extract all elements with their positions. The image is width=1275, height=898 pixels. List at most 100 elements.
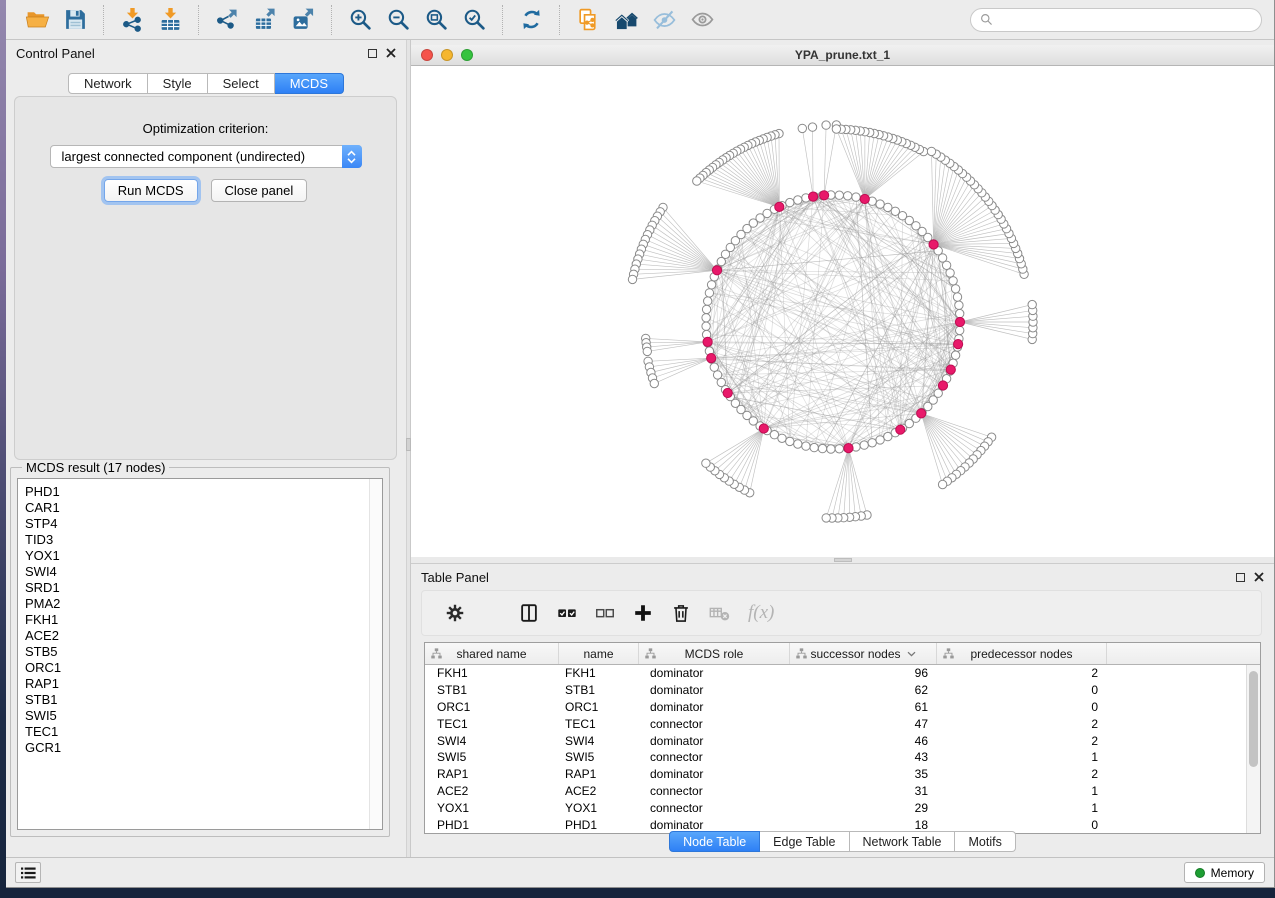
zoom-fit-icon[interactable] — [420, 4, 452, 36]
mcds-result-item[interactable]: TID3 — [18, 532, 382, 548]
table-cell: 35 — [790, 767, 937, 781]
zoom-selected-icon[interactable] — [458, 4, 490, 36]
table-cell: SWI5 — [425, 750, 559, 764]
column-header-shared-name[interactable]: shared name — [425, 643, 559, 664]
tab-select[interactable]: Select — [208, 73, 275, 94]
float-window-icon[interactable] — [368, 49, 377, 58]
column-header-mcds-role[interactable]: MCDS role — [639, 643, 790, 664]
table-cell: connector — [639, 750, 790, 764]
splitter-grip[interactable] — [834, 558, 852, 562]
mcds-result-item[interactable]: STP4 — [18, 516, 382, 532]
table-row[interactable]: TEC1TEC1connector472 — [425, 715, 1246, 732]
criterion-value: largest connected component (undirected) — [62, 149, 306, 164]
zoom-out-icon[interactable] — [382, 4, 414, 36]
export-table-icon[interactable] — [249, 4, 281, 36]
select-all-icon[interactable] — [554, 600, 580, 626]
table-cell: dominator — [639, 734, 790, 748]
tab-mcds[interactable]: MCDS — [275, 73, 344, 94]
mcds-result-list[interactable]: PHD1CAR1STP4TID3YOX1SWI4SRD1PMA2FKH1ACE2… — [17, 478, 383, 830]
table-row[interactable]: YOX1YOX1connector291 — [425, 799, 1246, 816]
refresh-icon[interactable] — [515, 4, 547, 36]
table-row[interactable]: SWI4SWI4dominator462 — [425, 732, 1246, 749]
network-window-titlebar: YPA_prune.txt_1 — [411, 45, 1274, 66]
mcds-result-item[interactable]: YOX1 — [18, 548, 382, 564]
mcds-result-item[interactable]: RAP1 — [18, 676, 382, 692]
criterion-dropdown[interactable]: largest connected component (undirected) — [50, 145, 362, 168]
memory-button[interactable]: Memory — [1184, 862, 1265, 883]
table-row[interactable]: ORC1ORC1dominator610 — [425, 699, 1246, 716]
float-window-icon[interactable] — [1236, 573, 1245, 582]
table-cell: RAP1 — [559, 767, 639, 781]
mcds-result-item[interactable]: STB1 — [18, 692, 382, 708]
tab-network[interactable]: Network — [68, 73, 148, 94]
mcds-result-item[interactable]: PMA2 — [18, 596, 382, 612]
table-row[interactable]: ACE2ACE2connector311 — [425, 783, 1246, 800]
table-row[interactable]: SWI5SWI5connector431 — [425, 749, 1246, 766]
dropdown-stepper-icon — [342, 145, 362, 168]
close-panel-button[interactable]: Close panel — [211, 179, 308, 202]
tab-node-table[interactable]: Node Table — [669, 831, 760, 852]
column-header-predecessor-nodes[interactable]: predecessor nodes — [937, 643, 1107, 664]
table-cell: TEC1 — [425, 717, 559, 731]
mcds-result-item[interactable]: GCR1 — [18, 740, 382, 756]
mcds-result-item[interactable]: ACE2 — [18, 628, 382, 644]
hide-selected-icon[interactable] — [648, 4, 680, 36]
tab-motifs[interactable]: Motifs — [955, 831, 1015, 852]
mcds-result-item[interactable]: ORC1 — [18, 660, 382, 676]
table-cell: FKH1 — [559, 666, 639, 680]
mcds-result-item[interactable]: SRD1 — [18, 580, 382, 596]
zoom-in-icon[interactable] — [344, 4, 376, 36]
table-cell: 1 — [937, 784, 1107, 798]
mcds-result-item[interactable]: SWI5 — [18, 708, 382, 724]
import-table-icon[interactable] — [154, 4, 186, 36]
duplicate-network-icon[interactable] — [572, 4, 604, 36]
show-all-icon[interactable] — [686, 4, 718, 36]
table-row[interactable]: RAP1RAP1dominator352 — [425, 766, 1246, 783]
open-folder-icon[interactable] — [21, 4, 53, 36]
first-neighbors-icon[interactable] — [610, 4, 642, 36]
mcds-result-title: MCDS result (17 nodes) — [22, 460, 169, 475]
list-scrollbar[interactable] — [369, 479, 382, 829]
close-panel-icon[interactable] — [386, 48, 396, 58]
export-image-icon[interactable] — [287, 4, 319, 36]
table-row[interactable]: FKH1FKH1dominator962 — [425, 665, 1246, 682]
column-header-successor-nodes[interactable]: successor nodes — [790, 643, 937, 664]
mcds-result-item[interactable]: PHD1 — [18, 484, 382, 500]
mcds-result-item[interactable]: STB5 — [18, 644, 382, 660]
mcds-result-item[interactable]: FKH1 — [18, 612, 382, 628]
import-network-icon[interactable] — [116, 4, 148, 36]
memory-status-icon — [1195, 868, 1205, 878]
deselect-all-icon[interactable] — [592, 600, 618, 626]
tab-edge-table[interactable]: Edge Table — [760, 831, 849, 852]
run-mcds-button[interactable]: Run MCDS — [104, 179, 198, 202]
save-icon[interactable] — [59, 4, 91, 36]
network-canvas[interactable] — [411, 66, 1274, 557]
delete-column-icon[interactable] — [668, 600, 694, 626]
table-cell: STB1 — [559, 683, 639, 697]
mcds-result-item[interactable]: TEC1 — [18, 724, 382, 740]
table-cell: 61 — [790, 700, 937, 714]
main-toolbar — [6, 0, 1274, 40]
table-cell: 18 — [790, 818, 937, 832]
tab-network-table[interactable]: Network Table — [850, 831, 956, 852]
mcds-result-item[interactable]: SWI4 — [18, 564, 382, 580]
search-input[interactable] — [999, 12, 1252, 28]
delete-table-icon[interactable] — [706, 600, 732, 626]
table-cell: PHD1 — [425, 818, 559, 832]
column-header-name[interactable]: name — [559, 643, 639, 664]
application-window: Control Panel NetworkStyleSelectMCDS Opt… — [6, 0, 1275, 888]
settings-gear-icon[interactable] — [442, 600, 468, 626]
table-header-row: shared namenameMCDS rolesuccessor nodesp… — [425, 643, 1260, 665]
table-scrollbar[interactable] — [1246, 665, 1260, 833]
tab-style[interactable]: Style — [148, 73, 208, 94]
menu-list-icon[interactable] — [15, 862, 41, 883]
scrollbar-thumb[interactable] — [1249, 671, 1258, 767]
add-column-icon[interactable] — [630, 600, 656, 626]
function-builder-icon[interactable]: f(x) — [748, 602, 774, 624]
close-panel-icon[interactable] — [1254, 572, 1264, 582]
table-row[interactable]: STB1STB1dominator620 — [425, 682, 1246, 699]
export-network-icon[interactable] — [211, 4, 243, 36]
mcds-result-group: MCDS result (17 nodes) PHD1CAR1STP4TID3Y… — [10, 467, 390, 837]
show-column-icon[interactable] — [516, 600, 542, 626]
mcds-result-item[interactable]: CAR1 — [18, 500, 382, 516]
